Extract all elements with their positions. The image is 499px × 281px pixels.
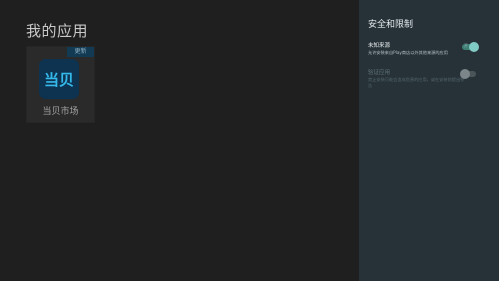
unknown-sources-toggle[interactable]: 开: [462, 42, 479, 52]
toggle-knob: [469, 42, 479, 52]
setting-verify-apps[interactable]: 验证应用 禁止安装可能会造成危害的应用，或在安装前提出警告: [359, 65, 499, 93]
toggle-knob: [460, 69, 470, 79]
security-settings-panel: 安全和限制 未知来源 允许安装来自Play商店以外其他来源的应用 开 验证应用 …: [359, 0, 499, 281]
update-badge: 更新: [67, 47, 94, 57]
setting-title: 验证应用: [368, 70, 391, 76]
page-title: 我的应用: [26, 22, 89, 40]
verify-apps-toggle[interactable]: [460, 69, 476, 79]
app-tile-dangbei-market[interactable]: 更新 当贝 当贝市场: [27, 47, 94, 122]
app-name: 当贝市场: [42, 107, 79, 117]
setting-title: 未知来源: [368, 43, 391, 49]
panel-title: 安全和限制: [368, 20, 414, 30]
setting-unknown-sources[interactable]: 未知来源 允许安装来自Play商店以外其他来源的应用 开: [359, 38, 499, 66]
setting-description: 禁止安装可能会造成危害的应用，或在安装前提出警告: [368, 77, 465, 88]
app-icon-text: 当贝: [44, 71, 74, 89]
dangbei-market-icon: 当贝: [39, 59, 79, 99]
toggle-state-label: 开: [464, 43, 468, 48]
setting-description: 允许安装来自Play商店以外其他来源的应用: [368, 50, 448, 55]
apps-area: 我的应用 更新 当贝 当贝市场: [0, 0, 359, 281]
